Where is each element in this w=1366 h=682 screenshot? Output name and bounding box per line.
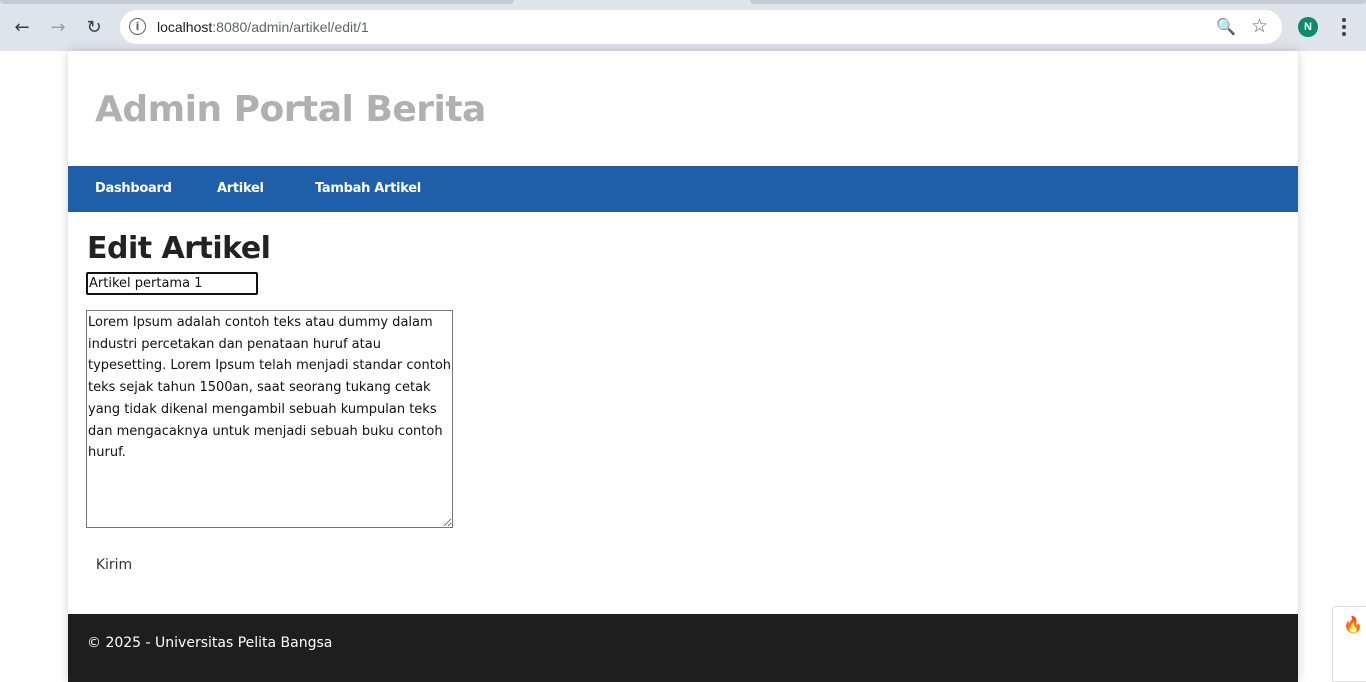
url-text[interactable]: localhost:8080/admin/artikel/edit/1 [157,19,369,35]
nav-link-dashboard[interactable]: Dashboard [95,181,172,196]
main-nav: Dashboard Artikel Tambah Artikel [68,166,1298,212]
site-footer: © 2025 - Universitas Pelita Bangsa [68,614,1298,682]
page-heading: Edit Artikel [87,231,271,266]
submit-button[interactable]: Kirim [86,551,142,579]
bookmark-star-icon[interactable]: ☆ [1251,15,1268,37]
browser-menu-icon[interactable] [1334,14,1354,40]
site-header: Admin Portal Berita [68,51,1298,166]
page-viewport: Admin Portal Berita Dashboard Artikel Ta… [0,51,1366,682]
title-input[interactable] [86,272,258,295]
address-bar[interactable]: i localhost:8080/admin/artikel/edit/1 🔍 … [120,10,1282,44]
url-host: localhost [157,19,213,35]
nav-link-artikel[interactable]: Artikel [217,181,264,196]
browser-toolbar: ← → ↻ i localhost:8080/admin/artikel/edi… [0,0,1366,51]
content-textarea[interactable]: Lorem Ipsum adalah contoh teks atau dumm… [86,310,453,528]
flame-icon: 🔥 [1343,615,1363,634]
profile-avatar[interactable]: N [1298,17,1318,37]
footer-copyright: © 2025 - Universitas Pelita Bangsa [87,635,333,651]
reload-icon[interactable]: ↻ [79,12,109,42]
zoom-icon[interactable]: 🔍 [1216,17,1236,36]
tab-strip [750,0,1366,4]
back-icon[interactable]: ← [7,12,37,42]
url-path: :8080/admin/artikel/edit/1 [212,19,369,35]
site-title: Admin Portal Berita [95,89,486,130]
debug-toolbar-toggle[interactable]: 🔥 [1332,606,1366,682]
nav-link-tambah-artikel[interactable]: Tambah Artikel [315,181,421,196]
site-info-icon[interactable]: i [129,18,146,35]
forward-icon[interactable]: → [43,12,73,42]
tab-strip [0,0,514,4]
page-container: Admin Portal Berita Dashboard Artikel Ta… [68,51,1298,682]
